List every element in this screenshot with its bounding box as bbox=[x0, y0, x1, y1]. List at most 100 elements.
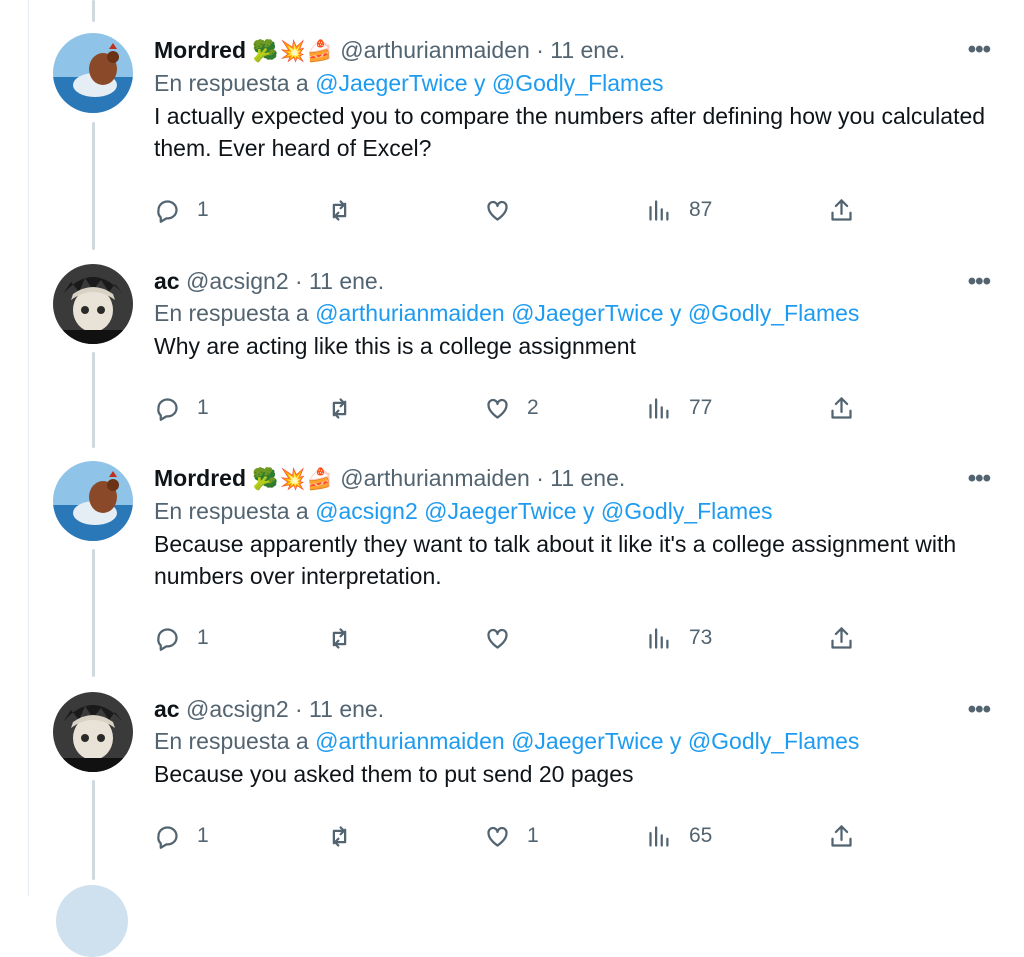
views-count: 87 bbox=[689, 198, 713, 221]
retweet-icon bbox=[332, 199, 347, 221]
thread-line bbox=[92, 352, 95, 448]
mention-link[interactable]: @Godly_Flames bbox=[688, 300, 860, 326]
mention-link[interactable]: @arthurianmaiden bbox=[315, 728, 505, 754]
share-button[interactable] bbox=[828, 818, 855, 854]
reply-icon bbox=[157, 627, 178, 651]
views-count: 65 bbox=[689, 824, 713, 847]
retweet-icon bbox=[332, 627, 347, 649]
share-icon bbox=[831, 396, 852, 419]
avatar-image bbox=[53, 33, 133, 113]
retweet-icon bbox=[332, 397, 347, 419]
reply-prefix: En respuesta a bbox=[154, 728, 309, 754]
mention-link[interactable]: @JaegerTwice bbox=[315, 70, 467, 96]
retweet-button[interactable] bbox=[326, 620, 353, 656]
mention-link[interactable]: @arthurianmaiden bbox=[315, 300, 505, 326]
display-name[interactable]: ac bbox=[154, 268, 180, 294]
avatar-image bbox=[53, 264, 133, 344]
reply-count: 1 bbox=[197, 824, 209, 847]
views-button[interactable]: 65 bbox=[646, 818, 712, 854]
retweet-button[interactable] bbox=[326, 390, 353, 426]
mention-link[interactable]: @Godly_Flames bbox=[492, 70, 664, 96]
tweet-header: ac @acsign2 · 11 ene. bbox=[154, 694, 994, 724]
conjunction: y bbox=[473, 70, 486, 96]
display-name[interactable]: ac bbox=[154, 696, 180, 722]
avatar-image bbox=[53, 692, 133, 772]
avatar[interactable] bbox=[53, 461, 133, 541]
avatar[interactable] bbox=[53, 264, 133, 344]
share-icon bbox=[831, 198, 852, 221]
reply-button[interactable]: 1 bbox=[154, 818, 209, 854]
like-button[interactable] bbox=[484, 192, 511, 228]
action-bar: 1 87 bbox=[154, 192, 874, 228]
mention-link[interactable]: @JaegerTwice bbox=[511, 728, 663, 754]
views-button[interactable]: 73 bbox=[646, 620, 712, 656]
name-emojis: 🥦💥🍰 bbox=[252, 467, 334, 491]
share-button[interactable] bbox=[828, 192, 855, 228]
retweet-button[interactable] bbox=[326, 818, 353, 854]
retweet-icon bbox=[332, 825, 347, 847]
like-button[interactable] bbox=[484, 620, 511, 656]
reply-to-line: En respuesta a @arthurianmaiden @JaegerT… bbox=[154, 298, 994, 328]
reply-to-line: En respuesta a @JaegerTwice y @Godly_Fla… bbox=[154, 68, 994, 98]
mention-link[interactable]: @Godly_Flames bbox=[688, 728, 860, 754]
tweet-date[interactable]: · 11 ene. bbox=[536, 37, 625, 63]
thread-line bbox=[92, 0, 95, 22]
tweet-header: Mordred 🥦💥🍰 @arthurianmaiden · 11 ene. bbox=[154, 35, 994, 66]
like-icon bbox=[487, 398, 508, 419]
share-button[interactable] bbox=[828, 620, 855, 656]
retweet-button[interactable] bbox=[326, 192, 353, 228]
reply-button[interactable]: 1 bbox=[154, 390, 209, 426]
share-icon bbox=[831, 824, 852, 847]
views-button[interactable]: 87 bbox=[646, 192, 712, 228]
views-icon bbox=[649, 825, 669, 847]
like-icon bbox=[487, 826, 508, 847]
reply-to-line: En respuesta a @acsign2 @JaegerTwice y @… bbox=[154, 496, 994, 526]
user-handle[interactable]: @acsign2 bbox=[186, 268, 289, 294]
like-icon bbox=[487, 200, 508, 221]
thread-line bbox=[92, 780, 95, 880]
user-handle[interactable]: @acsign2 bbox=[186, 696, 289, 722]
mention-link[interactable]: @acsign2 bbox=[315, 498, 418, 524]
like-count: 2 bbox=[527, 396, 539, 419]
user-handle[interactable]: @arthurianmaiden bbox=[340, 37, 530, 63]
mention-link[interactable]: @JaegerTwice bbox=[511, 300, 663, 326]
views-button[interactable]: 77 bbox=[646, 390, 712, 426]
tweet-date[interactable]: · 11 ene. bbox=[536, 465, 625, 491]
like-count: 1 bbox=[527, 824, 539, 847]
avatar-image bbox=[53, 461, 133, 541]
reply-prefix: En respuesta a bbox=[154, 300, 309, 326]
reply-button[interactable]: 1 bbox=[154, 620, 209, 656]
tweet-date[interactable]: · 11 ene. bbox=[295, 696, 384, 722]
reply-prefix: En respuesta a bbox=[154, 70, 309, 96]
avatar[interactable] bbox=[53, 33, 133, 113]
tweet-date[interactable]: · 11 ene. bbox=[295, 268, 384, 294]
conjunction: y bbox=[669, 300, 682, 326]
avatar[interactable] bbox=[53, 692, 133, 772]
views-icon bbox=[649, 627, 669, 649]
action-bar: 1 1 65 bbox=[154, 818, 874, 854]
timeline-border bbox=[28, 0, 29, 896]
reply-to-line: En respuesta a @arthurianmaiden @JaegerT… bbox=[154, 726, 994, 756]
mention-link[interactable]: @JaegerTwice bbox=[424, 498, 576, 524]
display-name[interactable]: Mordred bbox=[154, 37, 246, 63]
thread-line bbox=[92, 122, 95, 250]
action-bar: 1 2 77 bbox=[154, 390, 874, 426]
like-button[interactable]: 1 bbox=[484, 818, 539, 854]
user-handle[interactable]: @arthurianmaiden bbox=[340, 465, 530, 491]
like-button[interactable]: 2 bbox=[484, 390, 539, 426]
thread-line bbox=[92, 549, 95, 677]
views-icon bbox=[649, 397, 669, 419]
reply-count: 1 bbox=[197, 626, 209, 649]
tweet-text: Because you asked them to put send 20 pa… bbox=[154, 761, 634, 787]
mention-link[interactable]: @Godly_Flames bbox=[601, 498, 773, 524]
display-name[interactable]: Mordred bbox=[154, 465, 246, 491]
share-button[interactable] bbox=[828, 390, 855, 426]
tweet-text: Because apparently they want to talk abo… bbox=[154, 531, 957, 589]
reply-count: 1 bbox=[197, 396, 209, 419]
reply-icon bbox=[157, 199, 178, 223]
conjunction: y bbox=[582, 498, 595, 524]
reply-button[interactable]: 1 bbox=[154, 192, 209, 228]
like-icon bbox=[487, 628, 508, 649]
name-emojis: 🥦💥🍰 bbox=[252, 39, 334, 63]
tweet-header: ac @acsign2 · 11 ene. bbox=[154, 266, 994, 296]
